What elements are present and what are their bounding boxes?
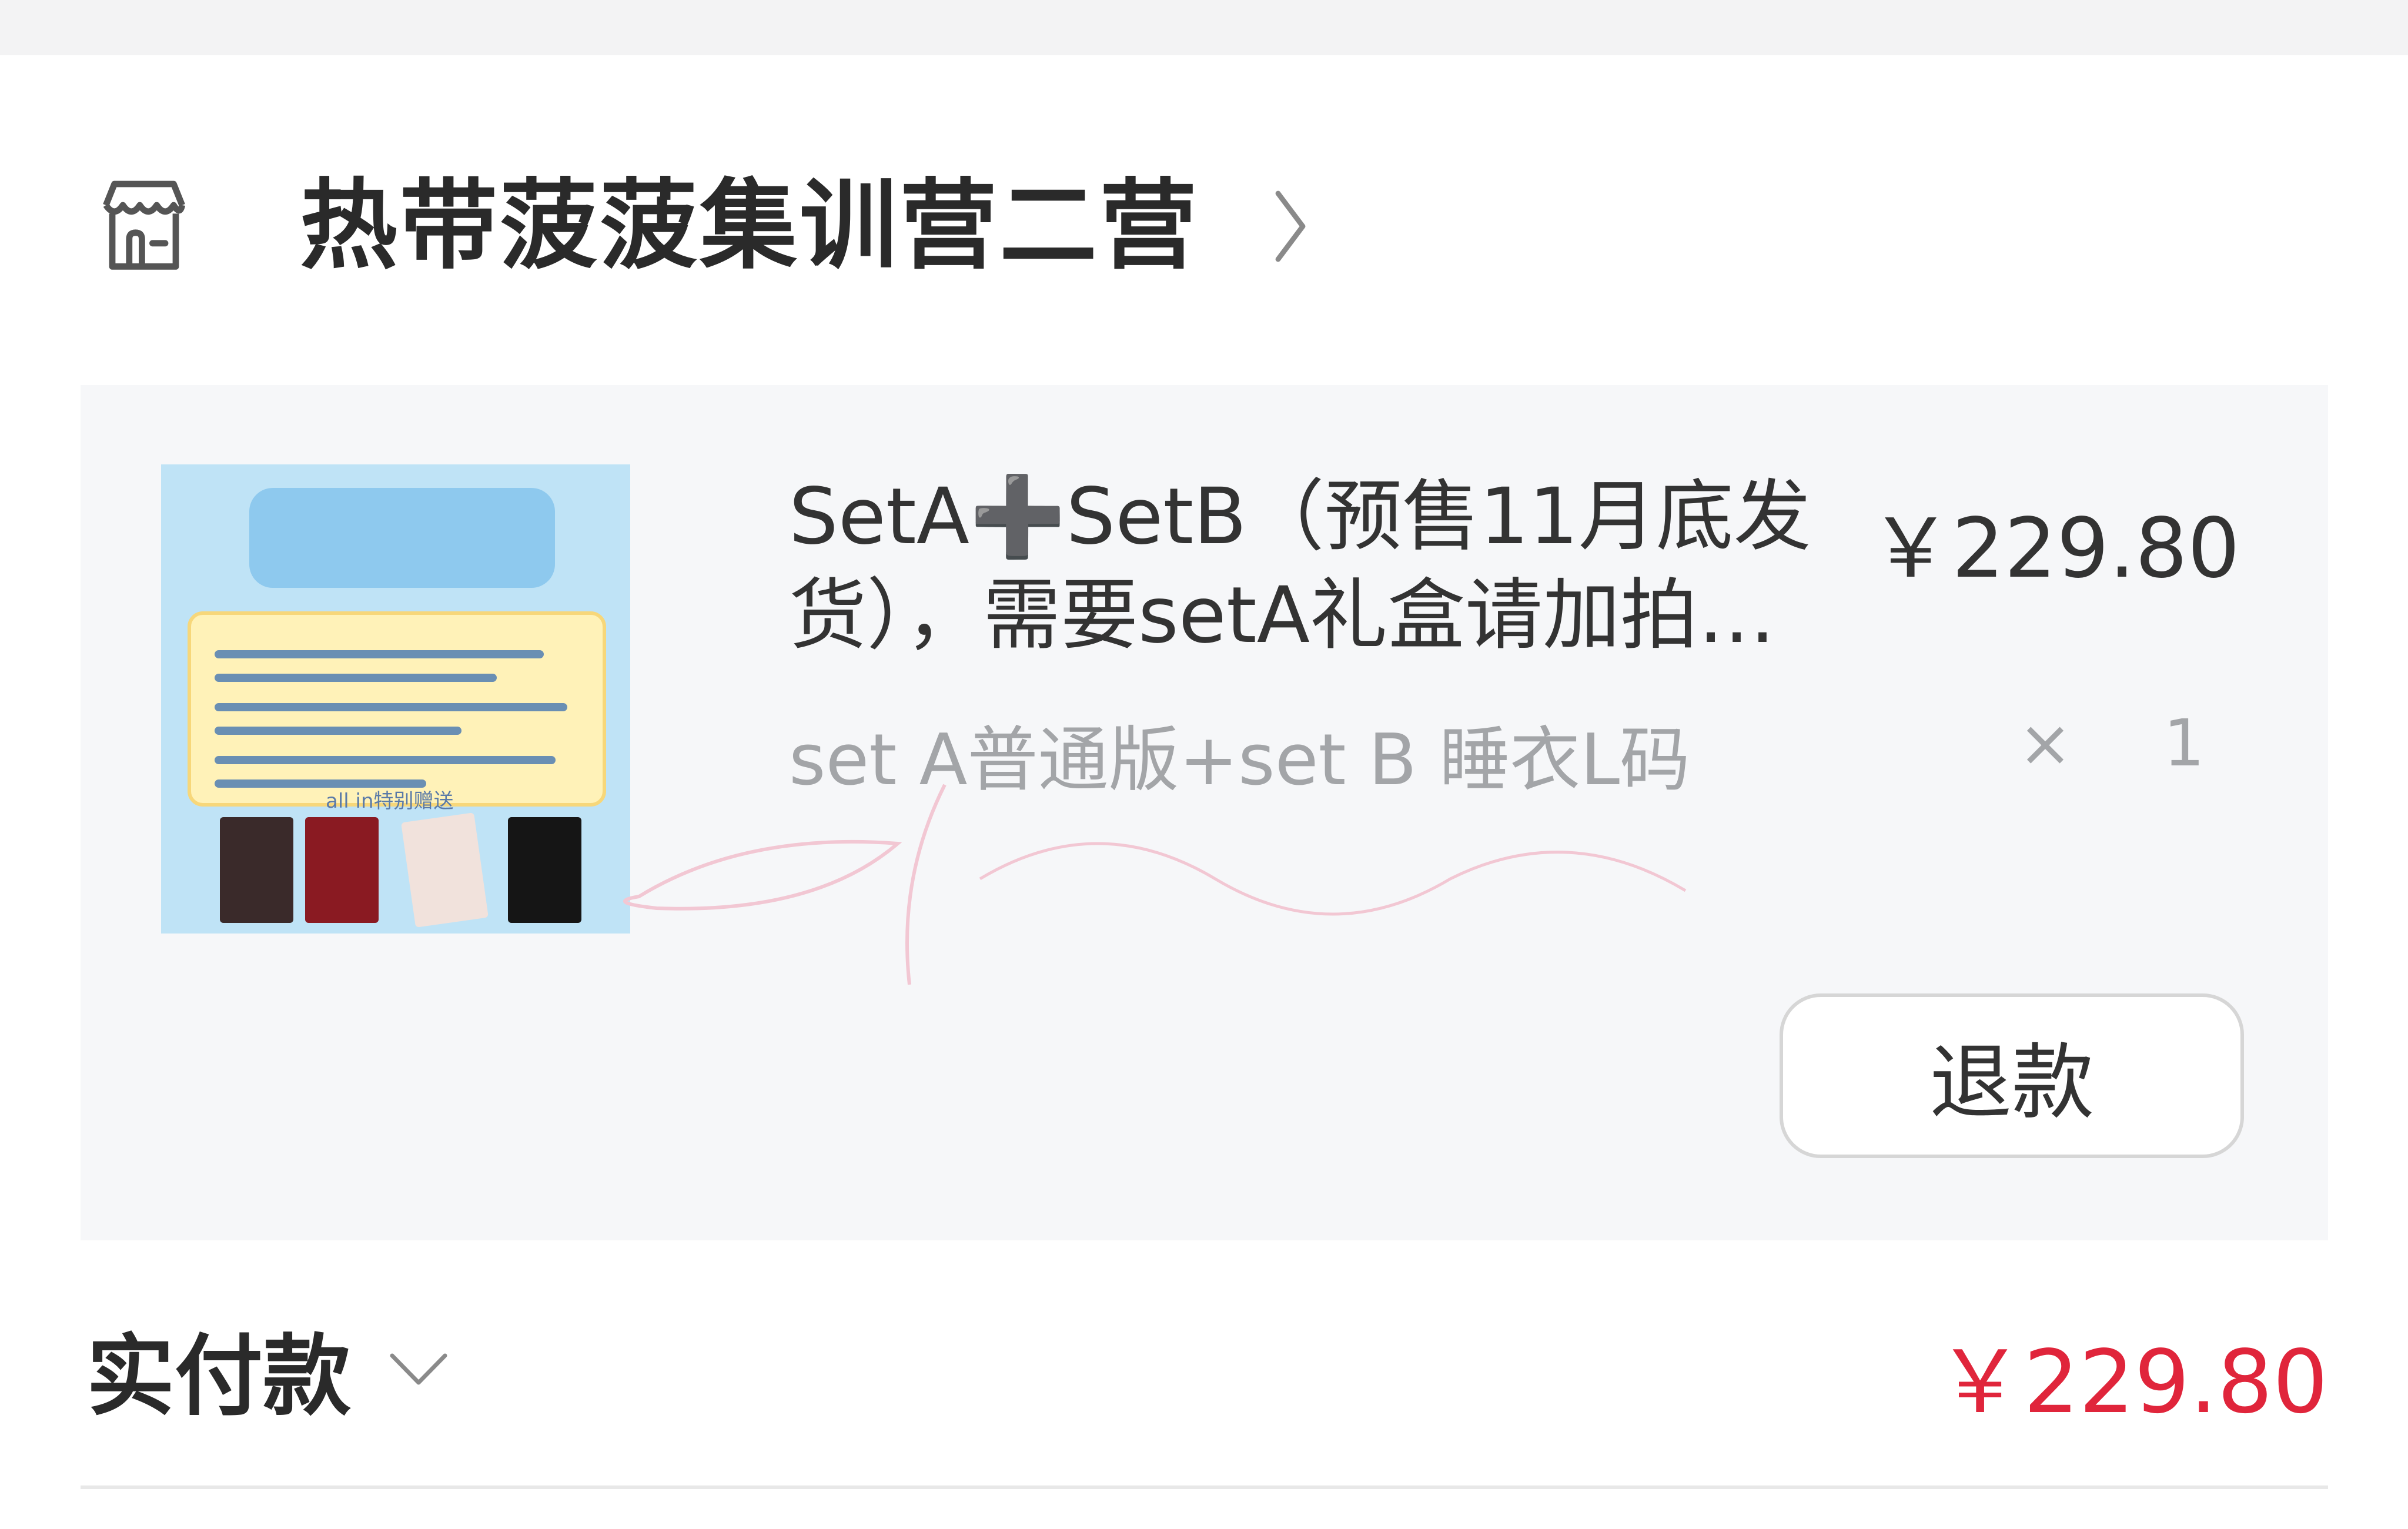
product-price: ￥229.80 [1869, 501, 2240, 597]
thumbnail-photo [220, 817, 293, 923]
thumbnail-banner [249, 488, 555, 588]
refund-button[interactable]: 退款 [1780, 993, 2244, 1158]
product-quantity: × 1 [2018, 705, 2240, 781]
payment-toggle[interactable]: 实付款 [86, 1305, 451, 1433]
product-sku: set A普通版+set B 睡衣L码 [789, 720, 1691, 801]
thumbnail-note-panel [188, 611, 606, 807]
shop-header[interactable]: 热带菠菠集训营二营 [88, 159, 1317, 294]
thumbnail-photo [305, 817, 379, 923]
thumbnail-photo [508, 817, 581, 923]
top-strip [0, 0, 2408, 55]
payment-label: 实付款 [86, 1326, 352, 1428]
order-detail-page: 热带菠菠集训营二营 all in特别赠送 SetA➕SetB（预售11月底发货）… [0, 0, 2408, 1529]
payment-row: 实付款 ￥229.80 [81, 1293, 2328, 1440]
chevron-down-icon [386, 1337, 451, 1401]
product-card[interactable]: all in特别赠送 SetA➕SetB（预售11月底发货），需要setA礼盒请… [81, 385, 2328, 1240]
product-thumbnail[interactable]: all in特别赠送 [161, 464, 630, 934]
shop-name: 热带菠菠集训营二营 [300, 169, 1199, 283]
payment-amount: ￥229.80 [1937, 1331, 2328, 1433]
divider [81, 1485, 2328, 1489]
chevron-right-icon [1264, 182, 1317, 270]
thumbnail-caption: all in特别赠送 [326, 789, 454, 813]
product-title[interactable]: SetA➕SetB（预售11月底发货），需要setA礼盒请加拍… [789, 467, 1935, 665]
thumbnail-photo [401, 812, 489, 928]
store-icon [88, 170, 200, 282]
